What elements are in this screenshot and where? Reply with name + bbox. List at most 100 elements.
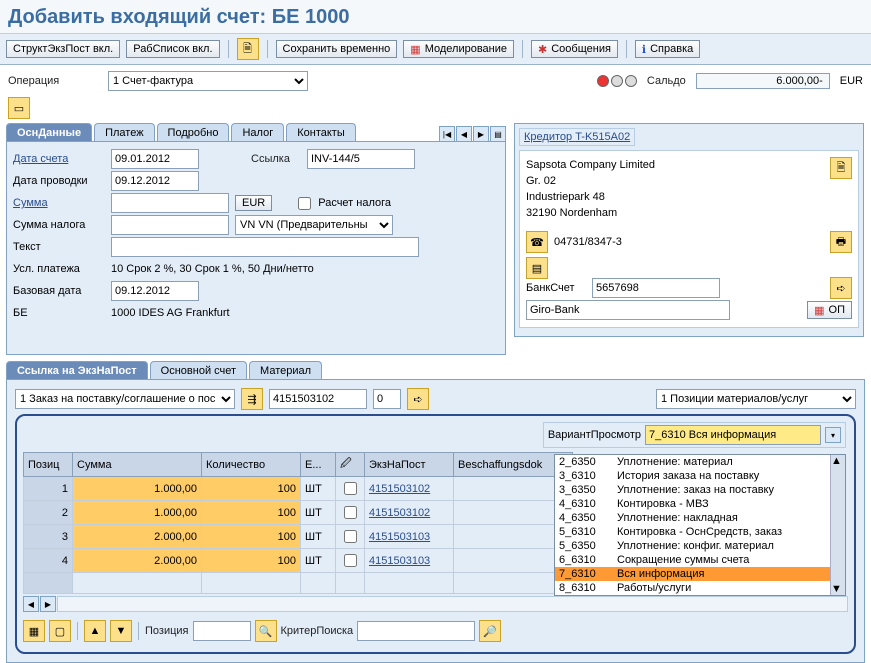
amount-label[interactable]: Сумма xyxy=(13,197,105,209)
search-input[interactable] xyxy=(357,621,475,641)
dropdown-item[interactable]: 5_6350Уплотнение: конфиг. материал xyxy=(555,539,845,553)
save-temp-button[interactable]: Сохранить временно xyxy=(276,40,398,58)
dropdown-item[interactable]: 6_6310Сокращение суммы счета xyxy=(555,553,845,567)
po-link[interactable]: 4151503103 xyxy=(369,531,430,543)
row-check[interactable] xyxy=(344,554,357,567)
reference-input[interactable] xyxy=(307,149,415,169)
row-check[interactable] xyxy=(344,530,357,543)
search-po-icon[interactable]: ➪ xyxy=(407,388,429,410)
tab-payment[interactable]: Платеж xyxy=(94,123,154,142)
tax-calc-check[interactable]: Расчет налога xyxy=(294,194,391,213)
vendor-label[interactable]: Кредитор xyxy=(524,131,572,143)
address-icon[interactable]: ▤ xyxy=(526,257,548,279)
worklist-on-button[interactable]: РабСписок вкл. xyxy=(126,40,219,58)
tab-detail[interactable]: Подробно xyxy=(157,123,230,142)
dropdown-item[interactable]: 4_6310Контировка - МВЗ xyxy=(555,497,845,511)
dropdown-item[interactable]: 3_6350Уплотнение: заказ на поставку xyxy=(555,483,845,497)
filter-icon[interactable]: 🔍 xyxy=(255,620,277,642)
table-row[interactable]: 32.000,00100ШТ4151503103 xyxy=(24,525,573,549)
variant-dropdown[interactable]: ▲ ▼ 2_6350Уплотнение: материал3_6310Исто… xyxy=(554,454,846,596)
position-input[interactable] xyxy=(193,621,251,641)
posting-date-input[interactable] xyxy=(111,171,199,191)
phone-icon[interactable]: ☎ xyxy=(526,231,548,253)
row-check[interactable] xyxy=(344,482,357,495)
other-doc-icon[interactable]: 🗎 xyxy=(237,38,259,60)
currency-button[interactable]: EUR xyxy=(235,195,272,211)
help-button[interactable]: ℹСправка xyxy=(635,40,700,58)
po-item-input[interactable] xyxy=(373,389,401,409)
expand-icon[interactable]: ▭ xyxy=(8,97,30,119)
po-link[interactable]: 4151503102 xyxy=(369,483,430,495)
dd-scroll-up-icon[interactable]: ▲ xyxy=(831,455,845,467)
tax-code-select[interactable]: VN VN (Предварительны xyxy=(235,215,393,235)
table-row[interactable]: 11.000,00100ШТ4151503102 xyxy=(24,477,573,501)
dropdown-item[interactable]: 5_6310Контировка - ОснСредств, заказ xyxy=(555,525,845,539)
amount-input[interactable] xyxy=(111,193,229,213)
tab-list-icon[interactable]: ▤ xyxy=(490,126,506,142)
col-amount[interactable]: Сумма xyxy=(73,453,202,477)
tab-gl[interactable]: Основной счет xyxy=(150,361,247,380)
invoice-date-input[interactable] xyxy=(111,149,199,169)
table-row[interactable]: 42.000,00100ШТ4151503103 xyxy=(24,549,573,573)
row-check[interactable] xyxy=(344,506,357,519)
ref-type-select[interactable]: 1 Заказ на поставку/соглашение о пос xyxy=(15,389,235,409)
messages-button[interactable]: ✱Сообщения xyxy=(531,40,618,58)
tax-amount-input[interactable] xyxy=(111,215,229,235)
tax-calc-label: Расчет налога xyxy=(318,197,391,209)
po-link[interactable]: 4151503102 xyxy=(369,507,430,519)
variant-input[interactable] xyxy=(645,425,821,445)
simulate-button[interactable]: ▦Моделирование xyxy=(403,40,514,58)
sort-asc-icon[interactable]: ▲ xyxy=(84,620,106,642)
col-pos[interactable]: Позиц xyxy=(24,453,73,477)
sort-desc-icon[interactable]: ▼ xyxy=(110,620,132,642)
dropdown-item[interactable]: 8_6310Работы/услуги xyxy=(555,581,845,595)
tab-tax[interactable]: Налог xyxy=(231,123,284,142)
vendor-street: Industriepark 48 xyxy=(526,189,852,205)
more-po-icon[interactable]: ⇶ xyxy=(241,388,263,410)
layout-select[interactable]: 1 Позиции материалов/услуг xyxy=(656,389,856,409)
tab-next-icon[interactable]: ▶ xyxy=(473,126,489,142)
tab-contacts[interactable]: Контакты xyxy=(286,123,356,142)
po-input[interactable] xyxy=(269,389,367,409)
bank-nav-icon[interactable]: ➪ xyxy=(830,277,852,299)
payterm-value: 10 Срок 2 %, 30 Срок 1 %, 50 Дни/нетто xyxy=(111,263,314,275)
col-flag-icon[interactable]: 🖉 xyxy=(336,453,365,477)
invoice-date-label[interactable]: Дата счета xyxy=(13,153,105,165)
bankacct-input[interactable] xyxy=(592,278,720,298)
tab-material[interactable]: Материал xyxy=(249,361,322,380)
scroll-left-icon[interactable]: ◀ xyxy=(23,596,39,612)
items-area: ВариантПросмотр ▾ Позиц Сумма Количество… xyxy=(15,414,856,654)
dropdown-item[interactable]: 4_6350Уплотнение: накладная xyxy=(555,511,845,525)
vendor-group: Gr. 02 xyxy=(526,173,852,189)
tab-basic[interactable]: ОснДанные xyxy=(6,123,92,142)
vendor-display-icon[interactable]: 🗎 xyxy=(830,157,852,179)
table-row[interactable]: 21.000,00100ШТ4151503102 xyxy=(24,501,573,525)
variant-dropdown-icon[interactable]: ▾ xyxy=(825,427,841,443)
deselect-all-icon[interactable]: ▢ xyxy=(49,620,71,642)
main-toolbar: СтруктЭкзПост вкл. РабСписок вкл. 🗎 Сохр… xyxy=(0,34,871,65)
text-input[interactable] xyxy=(111,237,419,257)
select-all-icon[interactable]: ▦ xyxy=(23,620,45,642)
company-value: 1000 IDES AG Frankfurt xyxy=(111,307,230,319)
position-label: Позиция xyxy=(145,625,189,637)
open-items-button[interactable]: ▦ОП xyxy=(807,301,852,319)
baseline-input[interactable] xyxy=(111,281,199,301)
tree-on-button[interactable]: СтруктЭкзПост вкл. xyxy=(6,40,120,58)
dropdown-item[interactable]: 7_6310Вся информация xyxy=(555,567,845,581)
dropdown-item[interactable]: 2_6350Уплотнение: материал xyxy=(555,455,845,469)
tab-po-ref[interactable]: Ссылка на ЭкзНаПост xyxy=(6,361,148,380)
dropdown-item[interactable]: 3_6310История заказа на поставку xyxy=(555,469,845,483)
find-next-icon[interactable]: 🔎 xyxy=(479,620,501,642)
col-po[interactable]: ЭкзНаПост xyxy=(365,453,454,477)
tab-prev-icon[interactable]: ◀ xyxy=(456,126,472,142)
payterm-label: Усл. платежа xyxy=(13,263,105,275)
operation-select[interactable]: 1 Счет-фактура xyxy=(108,71,308,91)
print-icon[interactable]: 🖶 xyxy=(830,231,852,253)
search-label: КритерПоиска xyxy=(281,625,354,637)
tab-first-icon[interactable]: |◀ xyxy=(439,126,455,142)
scroll-right-icon[interactable]: ▶ xyxy=(40,596,56,612)
dd-scroll-down-icon[interactable]: ▼ xyxy=(831,583,845,595)
po-link[interactable]: 4151503103 xyxy=(369,555,430,567)
col-qty[interactable]: Количество xyxy=(202,453,301,477)
col-uom[interactable]: Е... xyxy=(301,453,336,477)
